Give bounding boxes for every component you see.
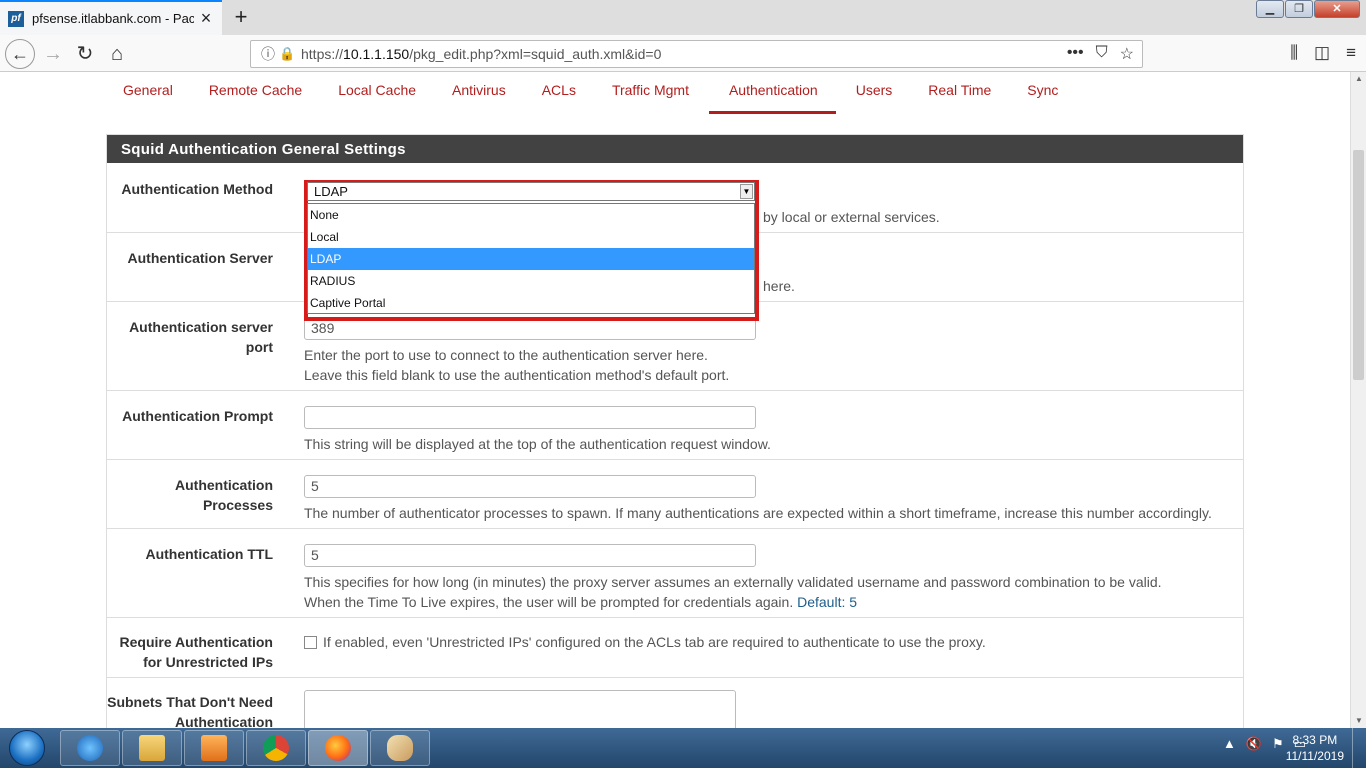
auth-method-help: by local or external services. xyxy=(763,209,940,225)
info-icon[interactable]: ⓘ xyxy=(257,44,279,64)
dropdown-arrow-icon[interactable]: ▼ xyxy=(740,184,753,199)
auth-ttl-input[interactable]: 5 xyxy=(304,544,756,567)
windows-taskbar: ▲ 🔇 ⚑ ▭ 8:33 PM 11/11/2019 xyxy=(0,728,1366,768)
subnets-row: Subnets That Don't Need Authentication xyxy=(107,678,1243,728)
auth-processes-row: Authentication Processes 5 The number of… xyxy=(107,460,1243,529)
auth-processes-label: Authentication Processes xyxy=(175,477,273,513)
auth-method-label: Authentication Method xyxy=(121,181,273,197)
windows-logo-icon xyxy=(9,730,45,766)
tab-sync[interactable]: Sync xyxy=(1011,72,1074,114)
option-local[interactable]: Local xyxy=(308,226,754,248)
taskbar-media-player[interactable] xyxy=(184,730,244,766)
pocket-icon[interactable]: ⛉ xyxy=(1096,44,1108,64)
taskbar-explorer[interactable] xyxy=(122,730,182,766)
url-actions: ••• ⛉ ☆ xyxy=(1067,44,1134,64)
auth-ttl-help: This specifies for how long (in minutes)… xyxy=(304,574,1162,610)
tab-antivirus[interactable]: Antivirus xyxy=(436,72,522,114)
firefox-icon xyxy=(325,735,351,761)
tab-title: pfsense.itlabbank.com - Packa xyxy=(32,11,194,26)
require-auth-option: If enabled, even 'Unrestricted IPs' conf… xyxy=(304,632,986,652)
require-auth-label: Require Authentication for Unrestricted … xyxy=(119,634,274,670)
option-captive-portal[interactable]: Captive Portal xyxy=(308,292,754,314)
auth-ttl-label: Authentication TTL xyxy=(145,546,273,562)
toolbar-icons: ⫼ ◫ ≡ xyxy=(1290,43,1356,63)
navigation-toolbar: ← → ↻ ⌂ ⓘ 🔒 https://10.1.1.150/pkg_edit.… xyxy=(0,35,1366,72)
folder-icon xyxy=(139,735,165,761)
auth-processes-help: The number of authenticator processes to… xyxy=(304,505,1212,521)
tab-remote-cache[interactable]: Remote Cache xyxy=(193,72,318,114)
url-bar[interactable]: ⓘ 🔒 https://10.1.1.150/pkg_edit.php?xml=… xyxy=(250,40,1143,68)
taskbar-firefox[interactable] xyxy=(308,730,368,766)
window-close-button[interactable]: ✕ xyxy=(1314,0,1360,18)
show-desktop-button[interactable] xyxy=(1352,728,1366,768)
require-auth-checkbox[interactable] xyxy=(304,636,317,649)
library-icon[interactable]: ⫼ xyxy=(1290,43,1298,63)
taskbar-clock[interactable]: 8:33 PM 11/11/2019 xyxy=(1286,732,1344,764)
back-arrow-icon[interactable]: ← xyxy=(5,39,35,69)
page-actions-icon[interactable]: ••• xyxy=(1067,44,1084,64)
tab-close-icon[interactable]: × xyxy=(198,9,214,27)
tab-local-cache[interactable]: Local Cache xyxy=(322,72,432,114)
home-icon[interactable]: ⌂ xyxy=(102,39,132,69)
auth-prompt-label: Authentication Prompt xyxy=(122,408,273,424)
flag-icon[interactable]: ⚑ xyxy=(1272,736,1284,752)
menu-icon[interactable]: ≡ xyxy=(1346,43,1356,63)
tab-authentication[interactable]: Authentication xyxy=(708,72,836,114)
new-tab-icon[interactable]: + xyxy=(228,5,254,29)
sidebar-icon[interactable]: ◫ xyxy=(1314,43,1330,63)
page-content: General Remote Cache Local Cache Antivir… xyxy=(0,72,1350,728)
taskbar-chrome[interactable] xyxy=(246,730,306,766)
subnets-textarea[interactable] xyxy=(304,690,736,728)
auth-processes-input[interactable]: 5 xyxy=(304,475,756,498)
media-player-icon xyxy=(201,735,227,761)
scroll-up-icon[interactable]: ▲ xyxy=(1354,74,1364,84)
require-auth-row: Require Authentication for Unrestricted … xyxy=(107,618,1243,678)
lock-warning-icon[interactable]: 🔒 xyxy=(279,46,297,62)
auth-method-options: None Local LDAP RADIUS Captive Portal xyxy=(307,203,755,314)
tab-traffic-mgmt[interactable]: Traffic Mgmt xyxy=(596,72,705,114)
subnets-label: Subnets That Don't Need Authentication xyxy=(107,694,273,728)
paint-icon xyxy=(387,735,413,761)
auth-port-help: Enter the port to use to connect to the … xyxy=(304,347,730,383)
bookmark-star-icon[interactable]: ☆ xyxy=(1120,44,1134,64)
auth-prompt-input[interactable] xyxy=(304,406,756,429)
auth-method-select[interactable]: LDAP ▼ xyxy=(307,182,755,201)
pfsense-favicon-icon: pf xyxy=(8,10,24,27)
browser-tab[interactable]: pf pfsense.itlabbank.com - Packa × xyxy=(0,0,222,35)
tab-acls[interactable]: ACLs xyxy=(526,72,592,114)
auth-ttl-row: Authentication TTL 5 This specifies for … xyxy=(107,529,1243,618)
auth-prompt-row: Authentication Prompt This string will b… xyxy=(107,391,1243,460)
start-button[interactable] xyxy=(2,728,52,768)
auth-server-label: Authentication Server xyxy=(127,250,273,266)
tray-expand-icon[interactable]: ▲ xyxy=(1223,736,1236,752)
minimize-button[interactable]: ▁ xyxy=(1256,0,1284,18)
url-text[interactable]: https://10.1.1.150/pkg_edit.php?xml=squi… xyxy=(301,46,661,62)
page-scrollbar[interactable]: ▲ ▼ xyxy=(1350,72,1366,728)
scroll-down-icon[interactable]: ▼ xyxy=(1354,716,1364,726)
window-controls: ▁ ❐ ✕ xyxy=(1255,0,1360,18)
chrome-icon xyxy=(263,735,289,761)
tab-general[interactable]: General xyxy=(107,72,189,114)
tab-real-time[interactable]: Real Time xyxy=(912,72,1007,114)
auth-port-label: Authentication server port xyxy=(129,319,273,355)
tab-users[interactable]: Users xyxy=(840,72,909,114)
panel-title: Squid Authentication General Settings xyxy=(107,135,1243,163)
auth-prompt-help: This string will be displayed at the top… xyxy=(304,436,771,452)
package-tabs: General Remote Cache Local Cache Antivir… xyxy=(107,72,1078,114)
taskbar-paint[interactable] xyxy=(370,730,430,766)
option-ldap[interactable]: LDAP xyxy=(308,248,754,270)
taskbar-ie[interactable] xyxy=(60,730,120,766)
auth-ttl-default: Default: 5 xyxy=(797,594,858,610)
reload-icon[interactable]: ↻ xyxy=(70,39,100,69)
auth-server-help: here. xyxy=(763,278,795,294)
browser-tab-bar: pf pfsense.itlabbank.com - Packa × + ▁ ❐… xyxy=(0,0,1366,35)
scroll-thumb[interactable] xyxy=(1353,150,1364,380)
internet-explorer-icon xyxy=(77,735,103,761)
volume-muted-icon[interactable]: 🔇 xyxy=(1246,736,1262,752)
option-radius[interactable]: RADIUS xyxy=(308,270,754,292)
maximize-button[interactable]: ❐ xyxy=(1285,0,1313,18)
forward-arrow-icon[interactable]: → xyxy=(38,39,68,69)
option-none[interactable]: None xyxy=(308,204,754,226)
